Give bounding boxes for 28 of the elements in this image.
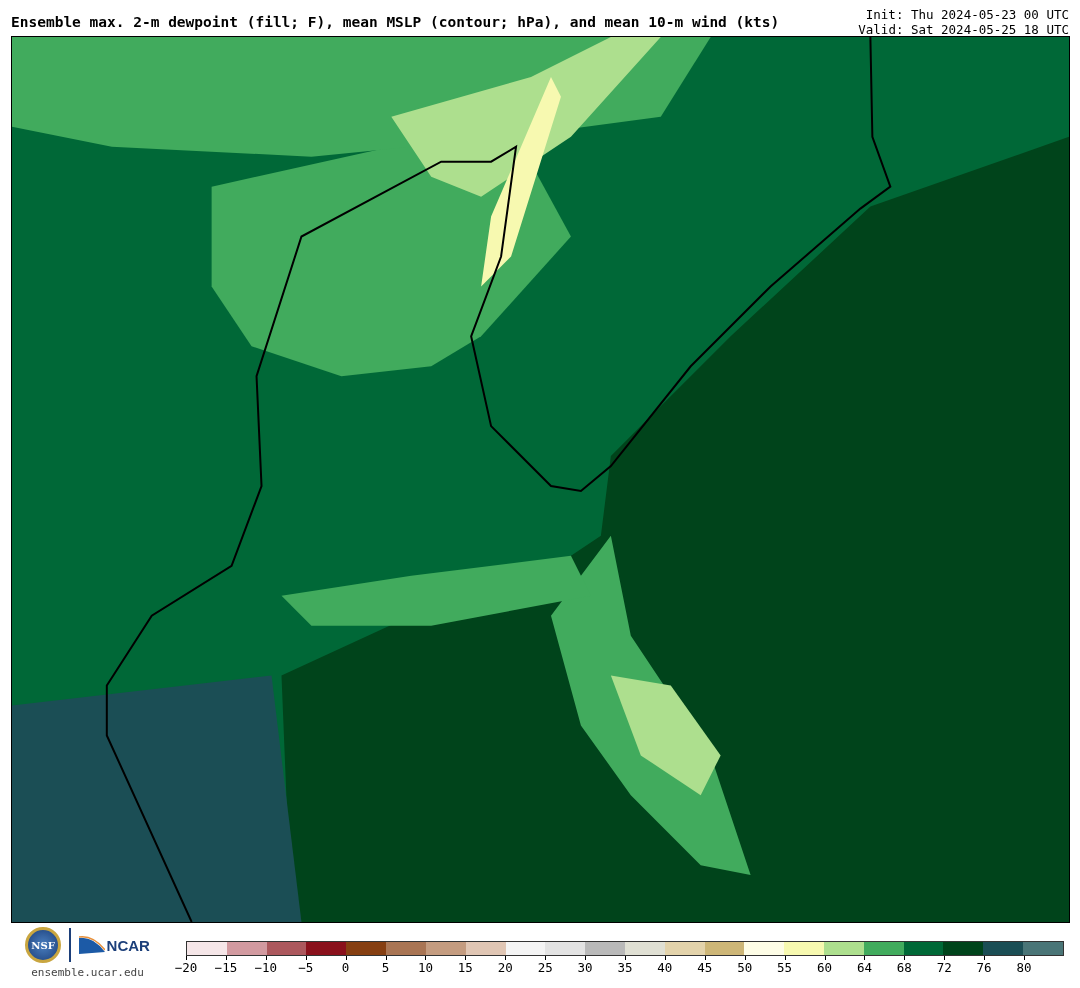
scale-label: 10 — [417, 960, 433, 975]
scale-label: 5 — [381, 960, 390, 975]
scale-label: −5 — [298, 960, 314, 975]
scale-label: 45 — [697, 960, 713, 975]
scale-label: 0 — [341, 960, 350, 975]
wordmark-logo: NCAR — [78, 936, 150, 954]
init-time: Init: Thu 2024-05-23 00 UTC — [865, 7, 1069, 22]
scale-label: 20 — [497, 960, 513, 975]
seal-logo: NSF — [25, 927, 62, 963]
scale-label: 15 — [457, 960, 473, 975]
scale-label: 64 — [856, 960, 872, 975]
scale-label: 50 — [737, 960, 753, 975]
scale-label: −20 — [174, 960, 198, 975]
scale-label: −10 — [254, 960, 278, 975]
scale-label: 60 — [816, 960, 833, 975]
scale-label: 80 — [1016, 960, 1032, 975]
scale-label: 76 — [976, 960, 992, 975]
scale-label: 35 — [617, 960, 633, 975]
scale-label: 55 — [777, 960, 793, 975]
scale-label: 30 — [577, 960, 593, 975]
valid-time: Valid: Sat 2024-05-25 18 UTC — [858, 22, 1069, 37]
site-url: ensemble.ucar.edu — [31, 966, 144, 979]
scale-label: −15 — [214, 960, 238, 975]
scale-label: 68 — [896, 960, 912, 975]
chart-title: Ensemble max. 2-m dewpoint (fill; F), mean MSLP (contour; hPa), and mean 10-m wind (kts) — [11, 14, 780, 30]
scale-label: 40 — [657, 960, 673, 975]
scale-label: 72 — [936, 960, 952, 975]
scale-label: 25 — [537, 960, 553, 975]
